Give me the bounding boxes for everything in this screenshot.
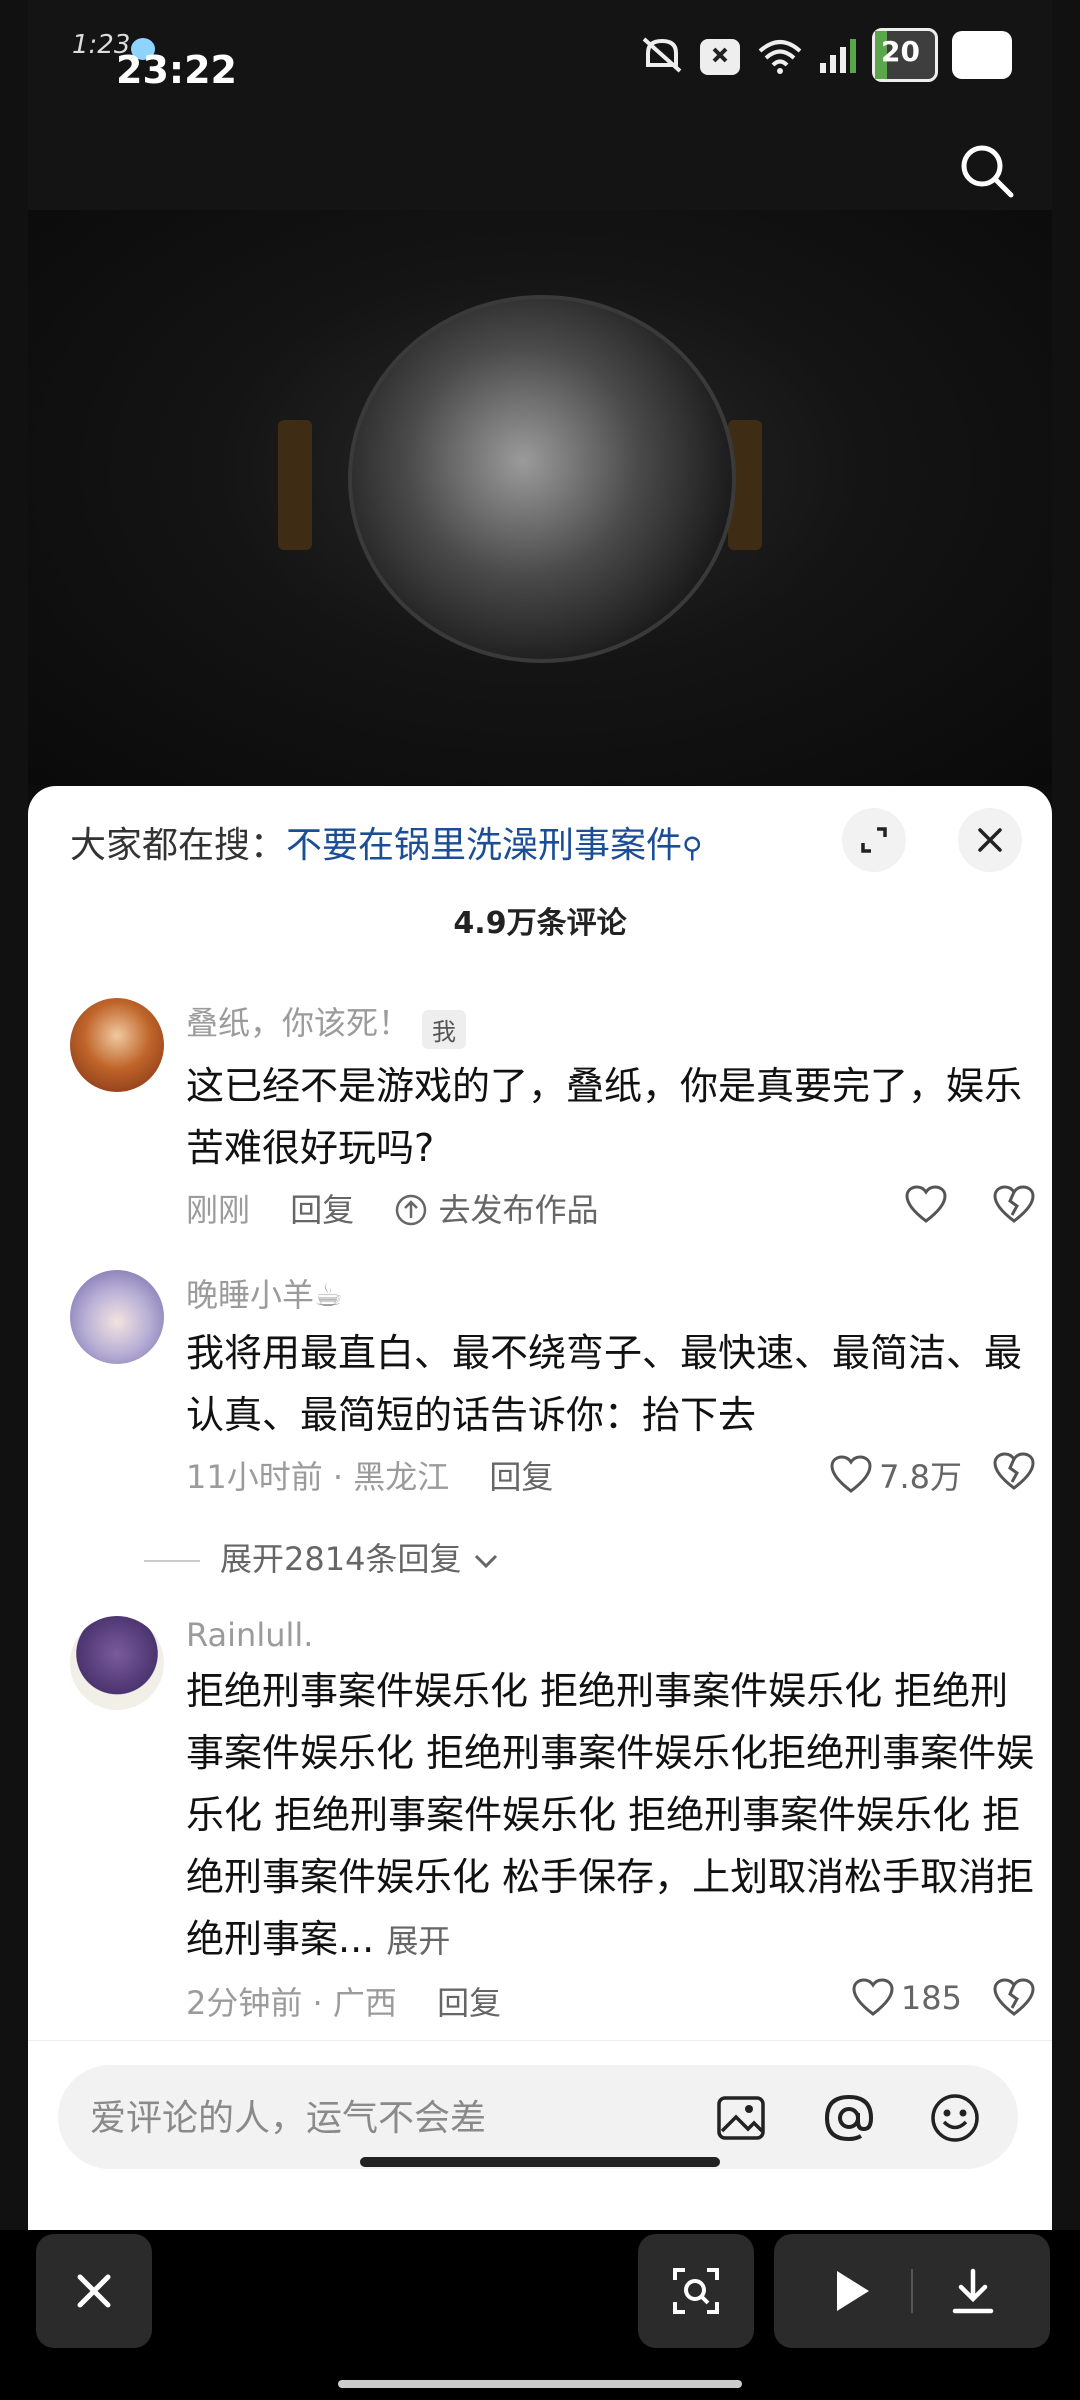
- hot-search-prefix: 大家都在搜：: [70, 825, 287, 866]
- expand-replies-button[interactable]: 展开2814条回复: [144, 1534, 500, 1580]
- reply-button[interactable]: 回复: [489, 1452, 553, 1498]
- comment-meta: 刚刚 回复 去发布作品: [186, 1185, 1036, 1245]
- heart-icon: [830, 1455, 872, 1493]
- publish-work-label: 去发布作品: [438, 1191, 599, 1229]
- at-icon[interactable]: [822, 2091, 876, 2145]
- broken-heart-icon: [993, 1978, 1035, 2016]
- mute-icon: [642, 37, 682, 73]
- comment-meta: 2分钟前 · 广西 回复 185: [186, 1978, 1036, 2038]
- like-button[interactable]: 185: [851, 1978, 962, 2018]
- expand-replies-label: 展开2814条回复: [220, 1540, 462, 1578]
- search-icon[interactable]: [956, 140, 1016, 200]
- avatar[interactable]: [70, 998, 164, 1092]
- avatar[interactable]: [70, 1616, 164, 1710]
- upload-circle-icon: [396, 1194, 427, 1226]
- comment-time: 刚刚: [186, 1191, 251, 1229]
- wifi-icon: [758, 40, 802, 74]
- image-icon[interactable]: [714, 2091, 768, 2145]
- avatar[interactable]: [70, 1270, 164, 1364]
- close-icon: [77, 2274, 111, 2308]
- divider: [911, 2269, 913, 2313]
- comment-input[interactable]: [88, 2087, 692, 2149]
- comment-input-bar: [28, 2040, 1052, 2230]
- comment-username[interactable]: 叠纸，你该死！: [186, 1004, 410, 1042]
- close-icon: [978, 828, 1002, 852]
- status-time: 23:22: [116, 48, 237, 92]
- comment-count: 4.9万条评论: [453, 906, 627, 941]
- battery-text: 20: [881, 35, 920, 68]
- heart-icon: [852, 1978, 894, 2016]
- comment-text: 我将用最直白、最不绕弯子、最快速、最简洁、最认真、最简短的话告诉你：抬下去: [186, 1331, 1023, 1437]
- download-icon[interactable]: [949, 2267, 997, 2315]
- hot-search-keyword[interactable]: 不要在锅里洗澡刑事案件: [286, 825, 682, 866]
- broken-heart-icon: [993, 1185, 1035, 1223]
- small-search-icon: ⚲: [682, 831, 703, 864]
- emoji-icon[interactable]: [928, 2091, 982, 2145]
- hot-search[interactable]: 大家都在搜：不要在锅里洗澡刑事案件⚲: [70, 816, 703, 868]
- play-icon[interactable]: [827, 2267, 875, 2315]
- scan-icon: [673, 2268, 719, 2314]
- expand-button[interactable]: [842, 808, 906, 872]
- expand-icon: [861, 827, 887, 853]
- close-viewer-button[interactable]: [36, 2234, 152, 2348]
- status-icons: 20: [640, 28, 1012, 82]
- reply-button[interactable]: 回复: [437, 1978, 501, 2024]
- comment-username[interactable]: 晚睡小羊☕: [186, 1276, 343, 1314]
- scan-button[interactable]: [638, 2234, 754, 2348]
- reply-button[interactable]: 回复: [290, 1185, 354, 1231]
- comment-meta: 11小时前 · 黑龙江 回复 7.8万: [186, 1452, 1036, 1512]
- comment-time: 11小时前 · 黑龙江: [186, 1458, 450, 1496]
- comment-sheet: 大家都在搜：不要在锅里洗澡刑事案件⚲ 4.9万条评论 叠纸，你该死！ 我 这已经不…: [28, 786, 1052, 2230]
- comment-text: 拒绝刑事案件娱乐化 拒绝刑事案件娱乐化 拒绝刑事案件娱乐化 拒绝刑事案件娱乐化拒…: [186, 1660, 1036, 1972]
- play-download-group: [774, 2234, 1050, 2348]
- battery-icon: 20: [872, 28, 938, 82]
- bottom-toolbar: [0, 2230, 1080, 2400]
- broken-heart-icon: [993, 1452, 1035, 1490]
- like-count: 7.8万: [879, 1458, 962, 1496]
- expand-text-button[interactable]: 展开: [386, 1922, 450, 1960]
- pot-image: [348, 295, 736, 663]
- home-indicator: [360, 2157, 720, 2167]
- like-count: 185: [900, 1979, 962, 2017]
- like-button[interactable]: 7.8万: [829, 1452, 962, 1498]
- publish-work-button[interactable]: 去发布作品: [394, 1185, 599, 1231]
- comment-time: 2分钟前 · 广西: [186, 1984, 397, 2022]
- heart-icon: [905, 1185, 947, 1223]
- dislike-button[interactable]: [992, 1452, 1036, 1500]
- like-button[interactable]: [904, 1185, 948, 1225]
- signal-icon: [820, 39, 856, 73]
- comment-input-box[interactable]: [58, 2065, 1018, 2169]
- comment-username[interactable]: Rainlull.: [186, 1616, 313, 1654]
- comment-text: 这已经不是游戏的了，叠纸，你是真要完了，娱乐苦难很好玩吗?: [186, 1064, 1023, 1170]
- dislike-button[interactable]: [992, 1185, 1036, 1233]
- pot-handle: [278, 420, 312, 550]
- comment-text-body: 拒绝刑事案件娱乐化 拒绝刑事案件娱乐化 拒绝刑事案件娱乐化 拒绝刑事案件娱乐化拒…: [186, 1669, 1035, 1961]
- divider-line: [144, 1560, 200, 1562]
- bluetooth-icon: [700, 39, 740, 75]
- pillow-icon: [952, 31, 1012, 79]
- system-nav-bar: [338, 2380, 742, 2388]
- chevron-down-icon: [474, 1554, 497, 1569]
- me-tag: 我: [422, 1010, 467, 1049]
- dislike-button[interactable]: [992, 1978, 1036, 2026]
- video-frame[interactable]: [28, 210, 1052, 785]
- status-bar: 1:23 23:22 20: [28, 0, 1052, 210]
- close-button[interactable]: [958, 808, 1022, 872]
